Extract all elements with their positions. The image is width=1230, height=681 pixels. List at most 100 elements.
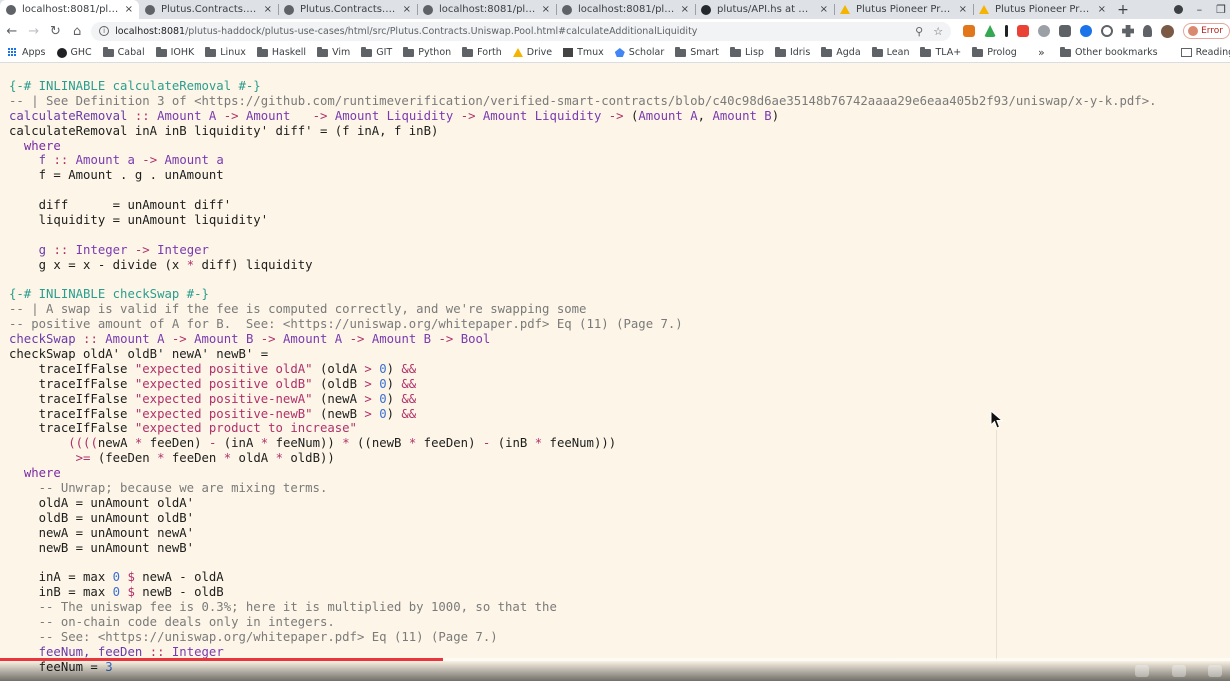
minimize-icon[interactable]: –	[1197, 3, 1203, 16]
browser-tab[interactable]: Plutus Pioneer Progr ×	[834, 0, 973, 19]
tab-close-icon[interactable]: ×	[681, 4, 689, 15]
code-token: >	[364, 361, 372, 376]
bookmark-label: Prolog	[987, 47, 1017, 58]
bookmarks-more-button[interactable]: »	[1038, 46, 1045, 59]
bookmark-item[interactable]: Idris	[774, 46, 810, 58]
blue-extension-icon[interactable]	[1080, 25, 1093, 37]
bookmark-item[interactable]: Smart	[675, 46, 719, 58]
tab-close-icon[interactable]: ×	[820, 4, 828, 15]
red-extension-icon[interactable]	[1017, 25, 1030, 37]
bookmark-item[interactable]: IOHK	[155, 46, 194, 58]
code-token: feeNum)))	[542, 436, 617, 451]
circle-extension-icon[interactable]	[1101, 25, 1114, 37]
bookmark-item[interactable]: TLA+	[920, 46, 961, 58]
browser-tab[interactable]: localhost:8081/plutu ×	[0, 0, 139, 19]
tab-close-icon[interactable]: ×	[403, 4, 411, 15]
code-token: Amount B	[194, 332, 254, 347]
code-token: 0	[379, 361, 387, 376]
browser-tab[interactable]: plutus/API.hs at mas ×	[695, 0, 834, 19]
tab-close-icon[interactable]: ×	[264, 4, 272, 15]
home-button[interactable]: ⌂	[67, 21, 87, 41]
video-controls	[0, 661, 1230, 681]
browser-tab[interactable]: localhost:8081/plutu ×	[556, 0, 695, 19]
reading-list-button[interactable]: Reading list	[1180, 47, 1230, 58]
bookmark-item[interactable]: Prolog	[972, 46, 1017, 58]
tab-close-icon[interactable]: ×	[1098, 4, 1106, 15]
bookmark-item[interactable]: Lean	[871, 46, 909, 58]
bookmark-item[interactable]: Tmux	[563, 47, 604, 58]
code-line: -- See: <https://uniswap.org/whitepaper.…	[9, 630, 1157, 645]
code-token: >	[364, 391, 372, 406]
restore-icon[interactable]: ❐	[1216, 3, 1226, 16]
bookmark-item[interactable]: Vim	[317, 46, 350, 58]
code-line: checkSwap :: Amount A -> Amount B -> Amo…	[9, 332, 1157, 347]
browser-tab[interactable]: Plutus.Contracts.Uni ×	[139, 0, 278, 19]
extensions-puzzle-icon[interactable]	[1122, 25, 1135, 37]
error-chip[interactable]: Error	[1183, 23, 1230, 39]
bookmark-item[interactable]: Apps	[8, 47, 46, 58]
tab-label: Plutus.Contracts.Uni	[161, 4, 260, 15]
avatar[interactable]	[1161, 24, 1175, 38]
code-token: (	[623, 108, 639, 123]
code-token: ->	[171, 332, 187, 347]
folder-icon	[730, 46, 742, 57]
url-host: localhost:8081	[115, 25, 186, 37]
back-button[interactable]: ←	[2, 21, 22, 41]
menu-extension-icon[interactable]	[1005, 25, 1009, 37]
code-token: "expected positive-newA"	[134, 391, 313, 406]
bookmark-item[interactable]: Drive	[512, 47, 552, 58]
bookmark-item[interactable]: Linux	[205, 46, 246, 58]
tab-label: Plutus.Contracts.Uni	[300, 4, 399, 15]
forward-button[interactable]: →	[24, 21, 44, 41]
reload-button[interactable]: ↻	[46, 21, 66, 41]
code-token: traceIfFalse	[9, 406, 135, 421]
code-token: (feeDen	[90, 451, 158, 466]
code-token: ->	[312, 108, 328, 123]
browser-tab[interactable]: Plutus.Contracts.Uni ×	[278, 0, 417, 19]
code-token: ->	[260, 332, 276, 347]
new-tab-button[interactable]: +	[1112, 0, 1134, 19]
code-token: newA	[97, 436, 135, 451]
metamask-extension-icon[interactable]	[963, 25, 976, 37]
profile-dot-icon[interactable]	[1173, 5, 1183, 14]
bookmark-item[interactable]: Haskell	[256, 46, 306, 58]
triangle-extension-icon[interactable]	[984, 25, 997, 37]
reading-list-label: Reading list	[1195, 47, 1230, 58]
url-path: /plutus-haddock/plutus-use-cases/html/sr…	[185, 25, 698, 37]
bookmark-item[interactable]: Agda	[821, 46, 861, 58]
tab-close-icon[interactable]: ×	[542, 4, 550, 15]
bookmark-item[interactable]: GHC	[56, 47, 92, 58]
address-url[interactable]: localhost:8081/plutus-haddock/plutus-use…	[115, 26, 905, 37]
code-line: liquidity = unAmount liquidity'	[9, 213, 1157, 228]
grey-extension-icon[interactable]	[1038, 25, 1051, 37]
other-bookmarks-folder[interactable]: Other bookmarks	[1060, 46, 1158, 58]
browser-tab[interactable]: localhost:8081/plutu ×	[417, 0, 556, 19]
bookmark-item[interactable]: Cabal	[102, 46, 145, 58]
tab-close-icon[interactable]: ×	[125, 4, 133, 15]
bookmark-item[interactable]: Lisp	[730, 46, 764, 58]
autoplay-toggle-icon[interactable]	[1135, 665, 1149, 677]
fullscreen-icon[interactable]	[1208, 665, 1222, 677]
site-info-icon[interactable]: i	[99, 26, 110, 36]
bookmark-item[interactable]: GIT	[361, 46, 392, 58]
code-token: ->	[608, 108, 624, 123]
bookmark-star-icon[interactable]: ☆	[933, 25, 943, 38]
browser-tab[interactable]: Plutus Pioneer Progr ×	[973, 0, 1112, 19]
bookmark-item[interactable]: Scholar	[614, 47, 664, 58]
cube-extension-icon[interactable]	[1059, 25, 1072, 37]
bookmark-item[interactable]: Python	[403, 46, 451, 58]
zoom-icon[interactable]: ⚲	[915, 25, 923, 38]
bookmark-item[interactable]: Forth	[462, 46, 502, 58]
code-token: Amount	[245, 108, 291, 123]
code-token: checkSwap oldA' oldB' newA' newB' =	[9, 347, 269, 362]
tab-close-icon[interactable]: ×	[959, 4, 967, 15]
settings-gear-icon[interactable]	[1172, 665, 1186, 677]
address-bar[interactable]: i localhost:8081/plutus-haddock/plutus-u…	[91, 21, 952, 41]
bookmark-label: Forth	[477, 47, 502, 58]
profile-person-icon[interactable]	[1143, 25, 1153, 37]
